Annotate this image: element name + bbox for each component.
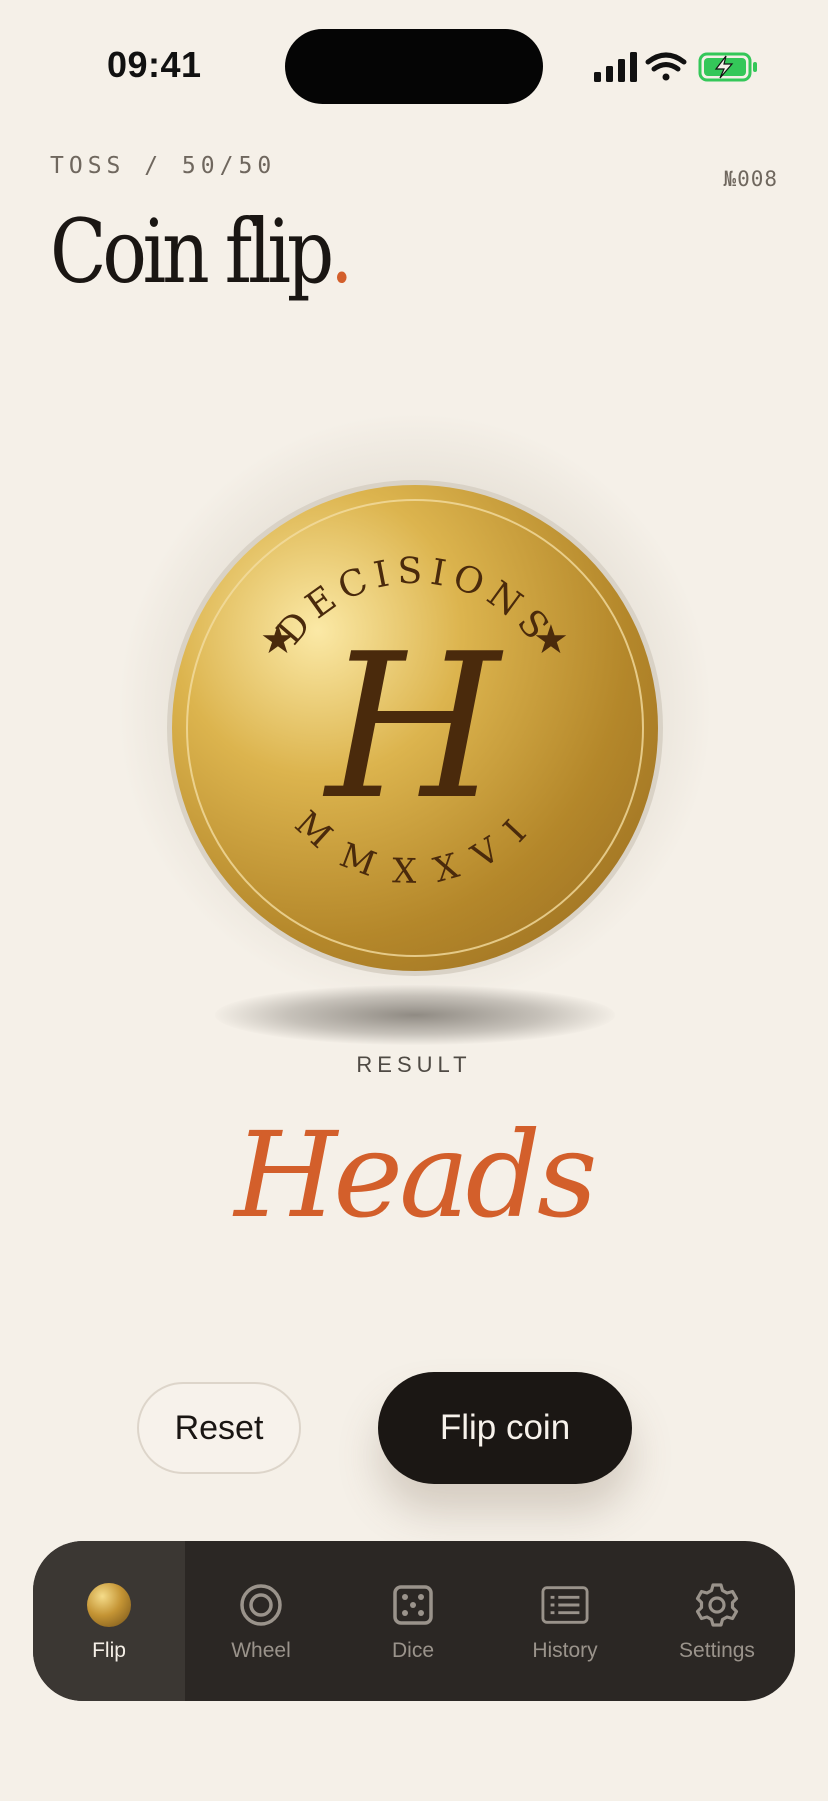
tab-label: History (532, 1639, 598, 1662)
tab-dice[interactable]: Dice (337, 1541, 489, 1701)
signal-icon (594, 52, 637, 82)
flip-coin-button[interactable]: Flip coin (378, 1372, 632, 1484)
result-label: RESULT (356, 1052, 472, 1077)
coin-star-right-icon: ★ (533, 617, 569, 663)
issue-number: №008 (723, 167, 778, 191)
tab-wheel[interactable]: Wheel (185, 1541, 337, 1701)
page-title-text: Coin flip (50, 200, 334, 303)
wifi-icon (645, 52, 687, 81)
status-icons (594, 52, 757, 82)
tab-flip[interactable]: Flip (33, 1541, 185, 1701)
coin-icon (85, 1581, 133, 1629)
tab-settings[interactable]: Settings (641, 1541, 793, 1701)
dynamic-island (285, 29, 543, 104)
section-eyebrow: TOSS / 50/50 (50, 153, 277, 179)
tab-bar: Flip Wheel Dice History Settings (33, 1541, 795, 1701)
status-time: 09:41 (107, 44, 202, 85)
coin-star-left-icon: ★ (260, 617, 296, 663)
battery-charging-icon (698, 52, 757, 82)
wheel-icon (237, 1581, 285, 1629)
coin[interactable]: DECISIONS MMXXVI ★ ★ H (165, 478, 665, 978)
result-value: Heads (234, 1106, 597, 1244)
page-title-dot: . (329, 200, 354, 303)
tab-label: Settings (679, 1639, 755, 1662)
dice-icon (389, 1581, 437, 1629)
tab-label: Dice (391, 1639, 434, 1662)
reset-button[interactable]: Reset (137, 1382, 301, 1474)
history-list-icon (541, 1581, 589, 1629)
tab-history[interactable]: History (489, 1541, 641, 1701)
tab-label: Flip (92, 1639, 126, 1662)
tab-label: Wheel (231, 1639, 291, 1662)
coin-shadow (215, 985, 615, 1045)
coin-letter: H (322, 611, 504, 844)
page-title: Coin flip. (50, 200, 354, 303)
gear-icon (693, 1581, 741, 1629)
